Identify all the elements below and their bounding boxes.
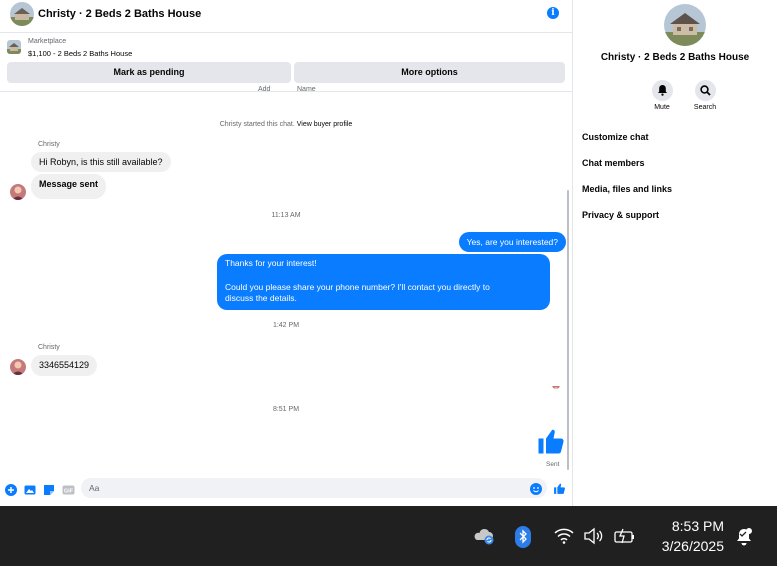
listing-price-title[interactable]: $1,100 - 2 Beds 2 Baths House	[28, 49, 132, 58]
chat-panel: Christy · 2 Beds 2 Baths House i Marketp…	[0, 0, 573, 506]
privacy-support-item[interactable]: Privacy & support	[582, 210, 659, 220]
message-input[interactable]: Aa	[81, 478, 547, 498]
listing-avatar-large[interactable]	[664, 4, 706, 46]
clock-time[interactable]: 8:53 PM	[672, 518, 724, 534]
customize-chat-item[interactable]: Customize chat	[582, 132, 649, 142]
mute-button[interactable]: Mute	[642, 80, 682, 111]
media-files-links-item[interactable]: Media, files and links	[582, 184, 672, 194]
chat-started-text: Christy started this chat.	[219, 121, 295, 128]
gif-icon[interactable]: GIF	[62, 483, 75, 496]
bell-icon	[657, 85, 667, 96]
timestamp: 1:42 PM	[272, 322, 300, 329]
sender-name: Christy	[38, 141, 60, 148]
timestamp: 11:13 AM	[271, 212, 301, 219]
chat-title[interactable]: Christy · 2 Beds 2 Baths House	[38, 8, 201, 20]
info-icon[interactable]: i	[547, 7, 559, 19]
battery-charging-icon[interactable]	[613, 526, 635, 546]
view-buyer-profile-link[interactable]: View buyer profile	[297, 121, 353, 128]
search-icon	[699, 85, 711, 96]
thumbs-up-send-icon[interactable]	[553, 482, 566, 495]
sender-name: Christy	[38, 344, 60, 351]
sent-status: Sent	[546, 461, 560, 468]
svg-text:GIF: GIF	[64, 489, 74, 495]
sticker-icon[interactable]	[43, 483, 56, 496]
more-options-button[interactable]: More options	[294, 62, 565, 83]
listing-avatar[interactable]	[10, 2, 34, 26]
volume-icon[interactable]	[583, 526, 605, 546]
message-bubble-incoming[interactable]: Message sent	[31, 174, 107, 199]
search-button[interactable]: Search	[685, 80, 725, 111]
side-panel-title: Christy · 2 Beds 2 Baths House	[600, 52, 750, 63]
mark-as-pending-button[interactable]: Mark as pending	[7, 62, 291, 83]
clock-date[interactable]: 3/26/2025	[662, 538, 724, 554]
mute-label: Mute	[654, 104, 670, 111]
onedrive-sync-icon[interactable]	[472, 526, 494, 546]
timestamp: 8:51 PM	[272, 406, 300, 413]
notification-bell-icon[interactable]	[733, 526, 755, 546]
seen-avatar	[552, 381, 560, 389]
chat-header: Christy · 2 Beds 2 Baths House i	[0, 0, 572, 33]
taskbar: 8:53 PM 3/26/2025	[0, 506, 777, 566]
marketplace-label: Marketplace	[28, 38, 67, 45]
message-line: discuss the details.	[225, 293, 297, 303]
scrollbar[interactable]	[567, 190, 569, 470]
cut-off-label: Add	[258, 86, 271, 93]
chat-info-panel: Christy · 2 Beds 2 Baths House Mute Sear…	[573, 0, 777, 506]
message-line: Could you please share your phone number…	[225, 281, 490, 292]
message-bubble-outgoing[interactable]: Thanks for your interest! Could you plea…	[217, 254, 550, 310]
chat-started-notice: Christy started this chat. View buyer pr…	[0, 121, 572, 128]
marketplace-banner: Marketplace $1,100 - 2 Beds 2 Baths Hous…	[0, 33, 572, 92]
message-bubble-incoming[interactable]: Hi Robyn, is this still available?	[31, 152, 171, 172]
message-line: Thanks for your interest!	[225, 258, 317, 268]
wifi-icon[interactable]	[553, 526, 575, 546]
message-input-placeholder: Aa	[89, 483, 100, 493]
search-label: Search	[693, 104, 717, 111]
plus-circle-icon[interactable]	[5, 483, 18, 496]
bluetooth-icon[interactable]	[514, 526, 536, 548]
emoji-icon[interactable]	[530, 482, 542, 495]
cut-off-label: Name	[297, 86, 316, 93]
message-bubble-outgoing[interactable]: Yes, are you interested?	[458, 232, 566, 252]
image-icon[interactable]	[24, 483, 37, 496]
thumbs-up-icon[interactable]	[536, 426, 566, 456]
message-bubble-incoming[interactable]: 3346554129	[31, 355, 98, 376]
sender-avatar[interactable]	[10, 359, 26, 375]
sender-avatar[interactable]	[10, 184, 26, 200]
chat-members-item[interactable]: Chat members	[582, 158, 645, 168]
listing-thumbnail[interactable]	[7, 40, 21, 54]
